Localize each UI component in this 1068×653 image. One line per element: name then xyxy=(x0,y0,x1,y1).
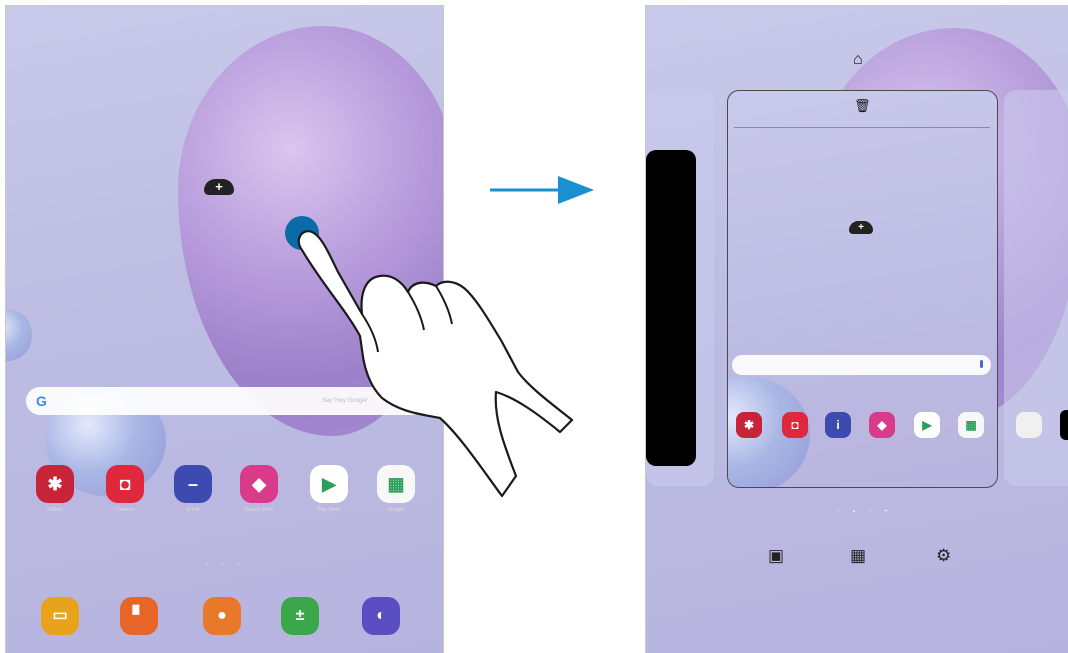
app-galaxy-store[interactable]: ◆ Galaxy Store xyxy=(234,465,284,514)
widgets-icon[interactable]: ▦ xyxy=(850,546,866,565)
tap-and-hold-hand-icon xyxy=(297,230,574,498)
settings-icon[interactable]: ⚙ xyxy=(936,546,952,565)
wallpaper-edge-bubble xyxy=(6,309,32,361)
app-label: Email xyxy=(186,507,200,513)
plus-glyph: + xyxy=(858,222,864,233)
mic-icon xyxy=(980,360,983,368)
current-page-card[interactable]: 🗑 + ✱ ◘ i ◆ ▶ ▦ xyxy=(727,90,998,488)
far-right-mini-app xyxy=(1016,412,1042,438)
far-right-black-tile xyxy=(1060,410,1068,440)
app-email[interactable]: – Email xyxy=(168,465,218,514)
app-camera[interactable]: ◘ Camera xyxy=(100,465,150,514)
shopping-bag-icon: ◆ xyxy=(240,465,278,503)
cloud-add-icon[interactable]: + xyxy=(204,179,234,195)
contacts-icon[interactable]: ● xyxy=(203,597,241,635)
home-screen-edit-mode: ⌂ 🗑 + ✱ ◘ i ◆ ▶ ▦ ◦ ▪ ◦ + ▣ ▦ ⚙ xyxy=(645,5,1068,653)
app-label: Galaxy Store xyxy=(244,507,274,513)
wallpapers-icon[interactable]: ▣ xyxy=(768,546,784,565)
google-folder-icon[interactable]: ▦ xyxy=(958,412,984,438)
folder-icon[interactable]: ▭ xyxy=(41,597,79,635)
cloud-add-icon[interactable]: + xyxy=(849,221,873,234)
minus-circle-icon: – xyxy=(174,465,212,503)
mini-search-bar[interactable] xyxy=(732,355,991,375)
notes-icon[interactable]: ▘ xyxy=(120,597,158,635)
cloud-label-faint xyxy=(180,212,260,218)
flower-icon[interactable]: ✱ xyxy=(736,412,762,438)
shopping-bag-icon[interactable]: ◆ xyxy=(869,412,895,438)
play-store-icon[interactable]: ▶ xyxy=(914,412,940,438)
plus-glyph: + xyxy=(215,179,223,194)
app-label: Camera xyxy=(116,507,134,513)
home-icon[interactable]: ⌂ xyxy=(853,51,863,69)
flower-icon: ✱ xyxy=(36,465,74,503)
app-label: Play Store xyxy=(317,507,341,513)
calculator-icon[interactable]: ± xyxy=(281,597,319,635)
page-indicator: ◦ ◦ ◦ xyxy=(206,562,246,568)
internet-icon[interactable]: ◐ xyxy=(362,597,400,635)
info-icon[interactable]: i xyxy=(825,412,851,438)
delete-page-icon[interactable]: 🗑 xyxy=(854,98,871,114)
left-panel-preview[interactable] xyxy=(646,150,696,466)
right-arrow-icon xyxy=(490,176,594,204)
camera-icon[interactable]: ◘ xyxy=(782,412,808,438)
app-gallery[interactable]: ✱ Gallery xyxy=(30,465,80,514)
google-logo-icon: G xyxy=(36,393,47,409)
card-divider xyxy=(734,127,990,128)
app-label: Google xyxy=(387,507,405,513)
page-indicator: ◦ ▪ ◦ + xyxy=(837,509,894,515)
app-label: Gallery xyxy=(47,507,63,513)
camera-icon: ◘ xyxy=(106,465,144,503)
